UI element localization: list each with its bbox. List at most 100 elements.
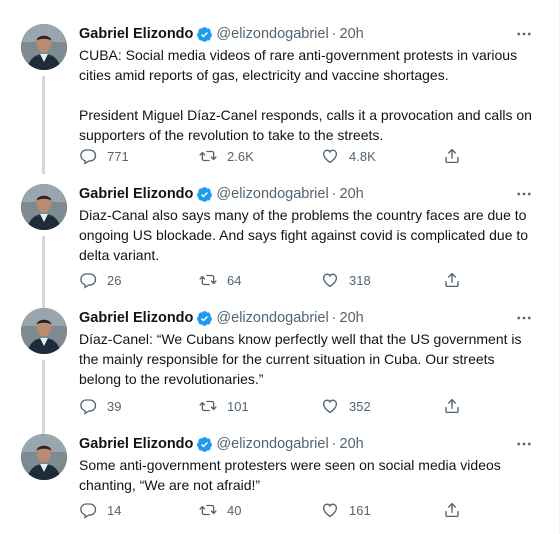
tweet[interactable]: Gabriel Elizondo @elizondogabriel · 20h … <box>0 184 552 308</box>
more-dots-icon[interactable] <box>514 434 534 454</box>
tweet-text: Some anti-government protesters were see… <box>79 455 538 495</box>
avatar[interactable] <box>21 308 67 354</box>
reply-count: 39 <box>107 398 122 414</box>
author-handle[interactable]: @elizondogabriel <box>216 310 328 326</box>
like-button[interactable]: 318 <box>321 270 371 290</box>
author-name[interactable]: Gabriel Elizondo <box>79 26 193 42</box>
share-button[interactable] <box>443 396 461 416</box>
retweet-icon <box>199 271 217 289</box>
like-count: 161 <box>349 502 371 518</box>
avatar[interactable] <box>21 434 67 480</box>
share-button[interactable] <box>443 146 461 166</box>
heart-icon <box>321 501 339 519</box>
tweet-paragraph: CUBA: Social media videos of rare anti-g… <box>79 47 518 83</box>
verified-badge-icon <box>196 26 213 43</box>
like-count: 4.8K <box>349 148 376 164</box>
author-name[interactable]: Gabriel Elizondo <box>79 310 193 326</box>
verified-badge-icon <box>196 436 213 453</box>
tweet-header: Gabriel Elizondo @elizondogabriel · 20h <box>79 24 538 44</box>
tweet-header: Gabriel Elizondo @elizondogabriel · 20h <box>79 184 538 204</box>
tweet[interactable]: Gabriel Elizondo @elizondogabriel · 20h … <box>0 24 552 174</box>
tweet-content: Gabriel Elizondo @elizondogabriel · 20h … <box>79 434 538 495</box>
thread-line <box>42 360 45 434</box>
share-icon <box>443 501 461 519</box>
reply-button[interactable]: 771 <box>79 146 129 166</box>
tweet-actions: 14 40 161 <box>79 500 479 520</box>
tweet-paragraph: President Miguel Díaz-Canel responds, ca… <box>79 107 532 143</box>
reply-bubble-icon <box>79 271 97 289</box>
tweet-time[interactable]: 20h <box>340 186 364 202</box>
more-dots-icon[interactable] <box>514 308 534 328</box>
like-count: 318 <box>349 272 371 288</box>
retweet-icon <box>199 501 217 519</box>
author-handle[interactable]: @elizondogabriel <box>216 436 328 452</box>
tweet-time[interactable]: 20h <box>340 436 364 452</box>
reply-bubble-icon <box>79 501 97 519</box>
tweet-text: Diaz-Canal also says many of the problem… <box>79 205 538 265</box>
tweet[interactable]: Gabriel Elizondo @elizondogabriel · 20h … <box>0 308 552 434</box>
tweet-actions: 39 101 352 <box>79 396 479 416</box>
avatar[interactable] <box>21 184 67 230</box>
more-dots-icon[interactable] <box>514 184 534 204</box>
reply-button[interactable]: 14 <box>79 500 121 520</box>
verified-badge-icon <box>196 186 213 203</box>
tweet-paragraph: Diaz-Canal also says many of the problem… <box>79 207 529 263</box>
retweet-count: 2.6K <box>227 148 254 164</box>
retweet-count: 101 <box>227 398 249 414</box>
retweet-button[interactable]: 64 <box>199 270 241 290</box>
separator-dot: · <box>331 310 337 326</box>
reply-count: 14 <box>107 502 122 518</box>
reply-bubble-icon <box>79 397 97 415</box>
reply-button[interactable]: 39 <box>79 396 121 416</box>
heart-icon <box>321 397 339 415</box>
verified-badge-icon <box>196 310 213 327</box>
tweet-content: Gabriel Elizondo @elizondogabriel · 20h … <box>79 184 538 265</box>
reply-bubble-icon <box>79 147 97 165</box>
like-button[interactable]: 4.8K <box>321 146 376 166</box>
reply-count: 26 <box>107 272 122 288</box>
retweet-button[interactable]: 101 <box>199 396 249 416</box>
thread-line <box>42 236 45 308</box>
reply-count: 771 <box>107 148 129 164</box>
author-name[interactable]: Gabriel Elizondo <box>79 436 193 452</box>
tweet-thread: Gabriel Elizondo @elizondogabriel · 20h … <box>0 0 560 534</box>
like-count: 352 <box>349 398 371 414</box>
thread-line <box>42 76 45 174</box>
separator-dot: · <box>331 186 337 202</box>
author-handle[interactable]: @elizondogabriel <box>216 26 328 42</box>
tweet-time[interactable]: 20h <box>340 26 364 42</box>
separator-dot: · <box>331 436 337 452</box>
more-dots-icon[interactable] <box>514 24 534 44</box>
author-name[interactable]: Gabriel Elizondo <box>79 186 193 202</box>
tweet[interactable]: Gabriel Elizondo @elizondogabriel · 20h … <box>0 434 552 524</box>
tweet-header: Gabriel Elizondo @elizondogabriel · 20h <box>79 308 538 328</box>
share-icon <box>443 397 461 415</box>
tweet-paragraph: Some anti-government protesters were see… <box>79 457 501 493</box>
retweet-count: 64 <box>227 272 242 288</box>
retweet-icon <box>199 397 217 415</box>
retweet-icon <box>199 147 217 165</box>
tweet-actions: 26 64 318 <box>79 270 479 290</box>
like-button[interactable]: 352 <box>321 396 371 416</box>
tweet-text: Díaz-Canel: “We Cubans know perfectly we… <box>79 329 538 389</box>
tweet-paragraph: Díaz-Canel: “We Cubans know perfectly we… <box>79 331 522 387</box>
heart-icon <box>321 271 339 289</box>
reply-button[interactable]: 26 <box>79 270 121 290</box>
tweet-content: Gabriel Elizondo @elizondogabriel · 20h … <box>79 24 538 145</box>
tweet-time[interactable]: 20h <box>340 310 364 326</box>
retweet-count: 40 <box>227 502 242 518</box>
tweet-text: CUBA: Social media videos of rare anti-g… <box>79 45 538 145</box>
author-handle[interactable]: @elizondogabriel <box>216 186 328 202</box>
heart-icon <box>321 147 339 165</box>
share-button[interactable] <box>443 500 461 520</box>
tweet-header: Gabriel Elizondo @elizondogabriel · 20h <box>79 434 538 454</box>
share-button[interactable] <box>443 270 461 290</box>
tweet-content: Gabriel Elizondo @elizondogabriel · 20h … <box>79 308 538 389</box>
avatar[interactable] <box>21 24 67 70</box>
share-icon <box>443 271 461 289</box>
share-icon <box>443 147 461 165</box>
like-button[interactable]: 161 <box>321 500 371 520</box>
retweet-button[interactable]: 2.6K <box>199 146 254 166</box>
tweet-actions: 771 2.6K 4.8K <box>79 146 479 166</box>
retweet-button[interactable]: 40 <box>199 500 241 520</box>
